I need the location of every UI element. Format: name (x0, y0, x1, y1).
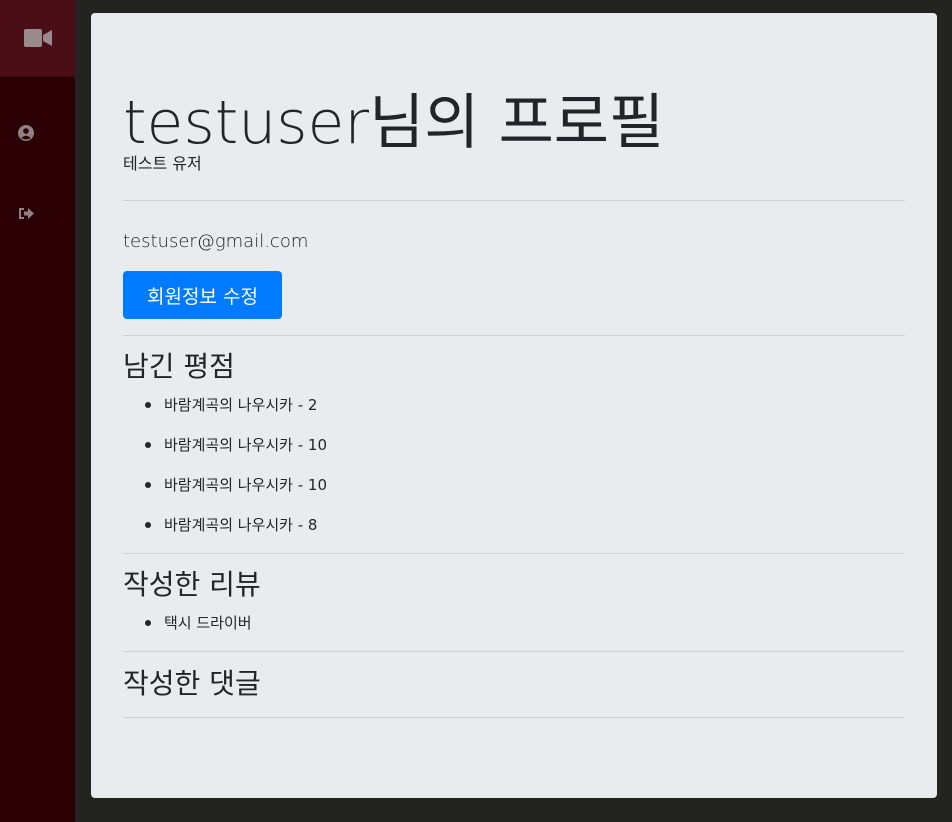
rating-item[interactable]: 바람계곡의 나우시카 - 10 (123, 435, 327, 475)
sidebar (0, 0, 75, 822)
sidebar-item-profile[interactable] (0, 113, 75, 153)
sidebar-logo[interactable] (0, 0, 75, 77)
divider (123, 335, 905, 336)
divider (123, 717, 905, 718)
video-camera-icon (23, 29, 52, 47)
divider (123, 651, 905, 652)
review-item[interactable]: 택시 드라이버 (123, 613, 252, 653)
user-nickname: 테스트 유저 (123, 154, 202, 173)
user-circle-icon (18, 125, 34, 141)
divider (123, 553, 905, 554)
rating-item[interactable]: 바람계곡의 나우시카 - 2 (123, 395, 327, 435)
comments-heading: 작성한 댓글 (123, 667, 261, 700)
sidebar-item-logout[interactable] (0, 193, 75, 233)
reviews-list: 택시 드라이버 (123, 613, 252, 653)
page-title: testuser님의 프로필 (123, 88, 665, 158)
edit-profile-button[interactable]: 회원정보 수정 (123, 271, 282, 319)
reviews-heading: 작성한 리뷰 (123, 568, 261, 601)
profile-card: testuser님의 프로필 테스트 유저 testuser@gmail.com… (91, 13, 937, 798)
ratings-heading: 남긴 평점 (123, 350, 235, 383)
rating-item[interactable]: 바람계곡의 나우시카 - 8 (123, 515, 327, 555)
sign-out-icon (18, 206, 35, 221)
ratings-list: 바람계곡의 나우시카 - 2 바람계곡의 나우시카 - 10 바람계곡의 나우시… (123, 395, 327, 555)
divider (123, 200, 905, 201)
user-email: testuser@gmail.com (123, 231, 309, 252)
rating-item[interactable]: 바람계곡의 나우시카 - 10 (123, 475, 327, 515)
